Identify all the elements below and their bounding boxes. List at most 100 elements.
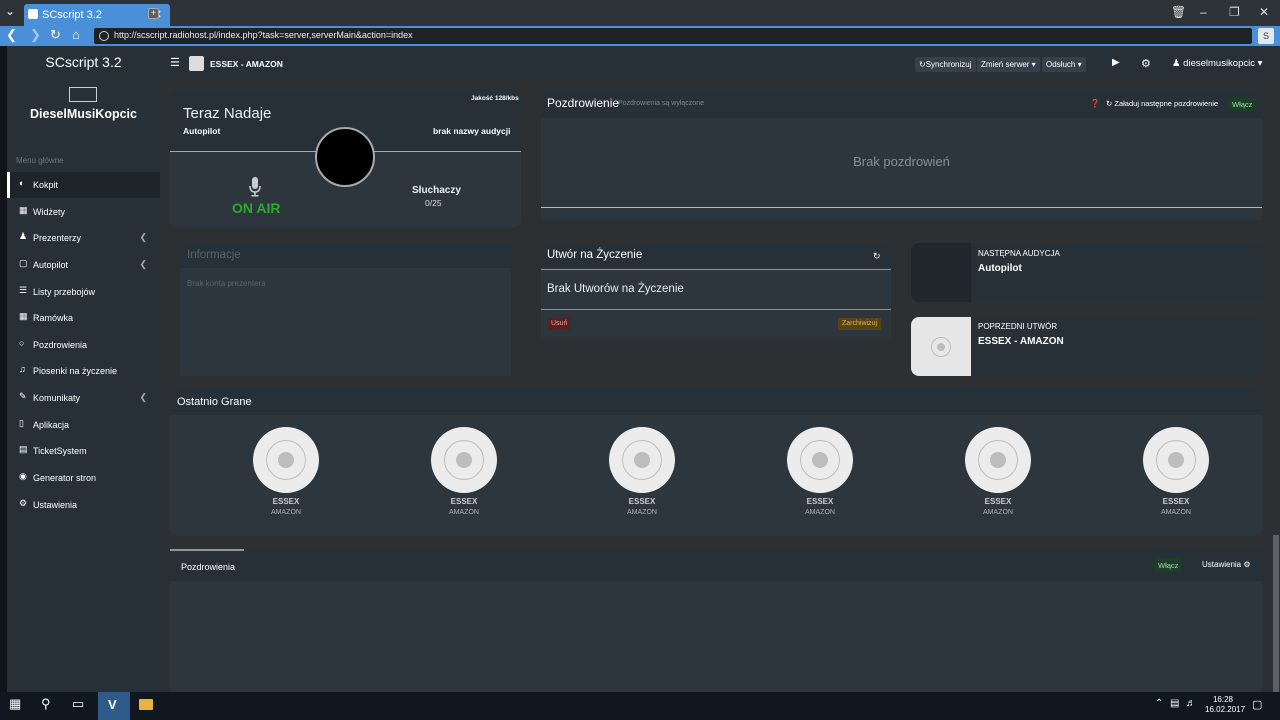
trash-icon[interactable]: 🗑 xyxy=(1171,5,1186,19)
sidebar-item-aplikacja[interactable]: ▯ Aplikacja xyxy=(7,412,160,438)
sidebar-item-widzety[interactable]: ▦ Widżety xyxy=(7,199,160,225)
next-show-value: Autopilot xyxy=(978,263,1022,274)
divider xyxy=(541,207,1262,208)
vivaldi-taskbar-button[interactable]: V xyxy=(98,692,130,720)
cd-icon xyxy=(609,427,675,493)
menu-toggle-icon[interactable]: ☰ xyxy=(170,56,180,69)
site-info-icon[interactable] xyxy=(99,31,109,41)
show-name: brak nazwy audycji xyxy=(433,126,511,136)
sidebar-item-label: Generator stron xyxy=(33,473,97,483)
message-icon: ○ xyxy=(19,338,25,348)
vivaldi-icon: V xyxy=(108,697,117,712)
load-next-greeting-button[interactable]: ↻ Załaduj następne pozdrowienie xyxy=(1106,99,1218,108)
account-menu[interactable]: ♟ dieselmusikopcic ▾ xyxy=(1172,58,1262,69)
greetings-subtitle: Pozdrowienia są wyłączone xyxy=(618,100,704,107)
browser-menu-icon[interactable]: ⌄ xyxy=(5,4,15,18)
delete-button[interactable]: Usuń xyxy=(548,318,571,330)
previous-track-cover xyxy=(911,317,971,376)
volume-icon[interactable]: ♬ xyxy=(1186,698,1196,709)
sidebar-item-label: Piosenki na życzenie xyxy=(33,366,118,376)
bottom-enable-button[interactable]: Włącz xyxy=(1154,558,1183,572)
sidebar-item-ramowka[interactable]: ▦ Ramówka xyxy=(7,305,160,331)
help-icon[interactable]: ❓ xyxy=(1090,99,1100,108)
info-text: Brak konta prezentera xyxy=(187,279,266,288)
sidebar-item-label: Widżety xyxy=(33,207,66,217)
sidebar-item-label: Aplikacja xyxy=(33,420,70,430)
mobile-icon: ▯ xyxy=(19,418,24,428)
chevron-left-icon: ❮ xyxy=(139,392,147,402)
change-server-button[interactable]: Zmień serwer ▾ xyxy=(977,57,1040,72)
music-icon: ♫ xyxy=(19,364,26,374)
close-window-icon[interactable]: ✕ xyxy=(1259,5,1269,19)
sidebar-item-pozdrowienia[interactable]: ○ Pozdrowienia xyxy=(7,332,160,358)
refresh-icon[interactable]: ↻ xyxy=(873,251,881,262)
tray-chevron-icon[interactable]: ⌃ xyxy=(1155,698,1163,709)
sidebar-item-generator[interactable]: ◉ Generator stron xyxy=(7,465,160,491)
previous-track-value: ESSEX - AMAZON xyxy=(978,336,1064,347)
edit-icon: ✎ xyxy=(19,391,27,401)
url-input[interactable]: http://scscript.radiohost.pl/index.php?t… xyxy=(94,28,1252,44)
sidebar-item-komunikaty[interactable]: ✎ Komunikaty ❮ xyxy=(7,385,160,411)
calendar-icon: ▦ xyxy=(19,311,28,321)
home-icon[interactable]: ⌂ xyxy=(72,27,80,42)
sidebar-item-piosenki[interactable]: ♫ Piosenki na życzenie xyxy=(7,358,160,384)
sidebar-item-prezenterzy[interactable]: ♟ Prezenterzy ❮ xyxy=(7,225,160,251)
recent-track-artist: ESSEX xyxy=(450,497,478,506)
minimize-icon[interactable]: – xyxy=(1200,5,1207,19)
task-view-icon[interactable]: ▭ xyxy=(72,696,84,712)
sync-button[interactable]: ↻Synchronizuj xyxy=(915,57,976,72)
recent-track-artist: ESSEX xyxy=(806,497,834,506)
greetings-enable-button[interactable]: Włącz xyxy=(1228,97,1257,111)
settings-button[interactable]: Ustawienia ⚙ xyxy=(1202,560,1251,569)
station-logo xyxy=(69,87,97,102)
autopilot-icon: ▢ xyxy=(19,258,28,268)
recently-played-header xyxy=(170,388,1262,415)
listen-button[interactable]: Odsłuch ▾ xyxy=(1042,57,1086,72)
sidebar-item-label: Ustawienia xyxy=(33,500,78,510)
dashboard-icon: ◐ xyxy=(19,178,25,188)
back-icon[interactable]: ❮ xyxy=(6,27,17,43)
globe-icon: ◉ xyxy=(19,471,27,481)
sidebar-item-ticketsystem[interactable]: ▤ TicketSystem xyxy=(7,438,160,464)
notifications-icon[interactable]: ▢ xyxy=(1252,698,1262,711)
new-tab-button[interactable]: + xyxy=(148,8,159,19)
url-text: http://scscript.radiohost.pl/index.php?t… xyxy=(114,30,413,40)
extension-badge[interactable]: S xyxy=(1258,28,1274,44)
recent-track-title: AMAZON xyxy=(627,509,657,516)
search-icon[interactable]: ⚲ xyxy=(41,696,51,712)
reload-icon[interactable]: ↻ xyxy=(50,27,61,43)
network-icon[interactable]: ▤ xyxy=(1170,698,1179,709)
scrollbar-thumb[interactable] xyxy=(1273,535,1279,692)
refresh-icon: ↻ xyxy=(1106,99,1113,108)
tab-pozdrowienia[interactable]: Pozdrowienia xyxy=(181,562,235,572)
requests-title: Utwór na Życzenie xyxy=(547,249,643,261)
list-icon: ☰ xyxy=(19,285,28,295)
cd-icon xyxy=(253,427,319,493)
sidebar-item-kokpit[interactable]: ◐ Kokpit xyxy=(7,172,160,198)
maximize-icon[interactable]: ❐ xyxy=(1229,5,1240,19)
clock-time: 16:28 xyxy=(1212,695,1234,704)
recent-track-artist: ESSEX xyxy=(628,497,656,506)
sidebar-item-label: Prezenterzy xyxy=(33,233,82,243)
stream-quality: Jakość 128/kbs xyxy=(471,95,519,102)
forward-icon[interactable]: ❯ xyxy=(30,27,41,43)
gears-icon[interactable]: ⚙ xyxy=(1141,57,1151,70)
recent-track-artist: ESSEX xyxy=(1162,497,1190,506)
windows-start-icon[interactable]: ▦ xyxy=(9,696,21,712)
greetings-title: Pozdrowienie xyxy=(547,96,620,110)
play-icon[interactable]: ▶ xyxy=(1112,57,1120,68)
chevron-left-icon: ❮ xyxy=(139,259,147,269)
sidebar-item-label: Kokpit xyxy=(33,180,59,190)
folder-icon[interactable] xyxy=(139,699,153,710)
grid-icon: ▦ xyxy=(19,205,28,215)
taskbar-clock[interactable]: 16:28 16.02.2017 xyxy=(1205,695,1245,715)
on-air-status: ON AIR xyxy=(232,200,281,216)
sidebar-item-ustawienia[interactable]: ⚙ Ustawienia xyxy=(7,492,160,518)
cover-image xyxy=(315,127,375,187)
sync-icon: ↻ xyxy=(919,60,926,69)
archive-button[interactable]: Zarchiwizuj xyxy=(838,318,882,330)
cd-icon xyxy=(1143,427,1209,493)
sidebar-item-autopilot[interactable]: ▢ Autopilot ❮ xyxy=(7,252,160,278)
sidebar-item-listy-przebojow[interactable]: ☰ Listy przebojów xyxy=(7,279,160,305)
menu-header: Menu główne xyxy=(16,156,64,165)
